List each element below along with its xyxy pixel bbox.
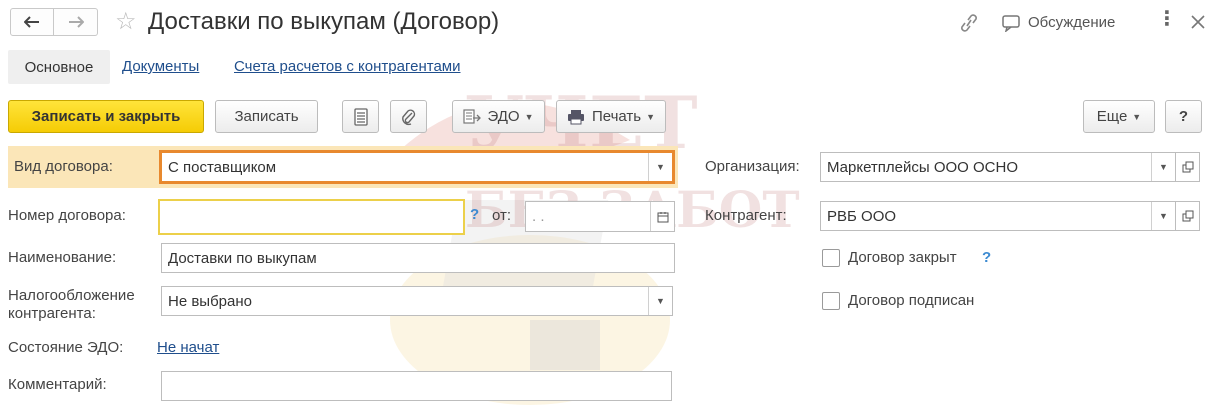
arrow-right-icon [68, 16, 84, 28]
chevron-down-icon[interactable]: ▼ [1151, 153, 1175, 181]
contract-number-input[interactable] [158, 199, 465, 235]
comment-label: Комментарий: [8, 376, 107, 393]
contract-signed-label: Договор подписан [848, 292, 975, 309]
taxation-select[interactable]: Не выбрано ▼ [161, 286, 673, 316]
open-window-icon [1182, 161, 1193, 173]
chevron-down-icon[interactable]: ▼ [1151, 202, 1175, 230]
counterparty-select[interactable]: РВБ ООО ▼ [820, 201, 1176, 231]
document-list-icon [353, 107, 368, 126]
edo-label: ЭДО [487, 108, 520, 125]
tab-settlement-accounts[interactable]: Счета расчетов с контрагентами [234, 57, 460, 77]
contract-type-label: Вид договора: [14, 158, 113, 175]
forward-button[interactable] [54, 8, 98, 36]
name-label: Наименование: [8, 249, 117, 266]
discussion-icon[interactable] [1000, 14, 1022, 36]
contract-type-value: С поставщиком [168, 158, 277, 176]
print-menu-button[interactable]: Печать ▼ [556, 100, 666, 133]
organization-value: Маркетплейсы ООО ОСНО [827, 158, 1019, 176]
discussion-button[interactable]: Обсуждение [1028, 12, 1115, 34]
chevron-down-icon: ▼ [524, 111, 534, 122]
taxation-label: Налогообложение контрагента: [8, 287, 135, 322]
edo-menu-button[interactable]: ЭДО ▼ [452, 100, 545, 133]
name-input[interactable]: Доставки по выкупам [161, 243, 675, 273]
contract-closed-checkbox[interactable] [822, 249, 840, 267]
chevron-down-icon: ▼ [1132, 111, 1142, 122]
contract-closed-label: Договор закрыт [848, 249, 957, 266]
comment-input[interactable] [161, 371, 672, 401]
edo-icon [463, 108, 482, 124]
arrow-left-icon [24, 16, 39, 28]
more-menu-icon[interactable]: ⋮ [1157, 8, 1177, 30]
organization-select[interactable]: Маркетплейсы ООО ОСНО ▼ [820, 152, 1176, 182]
save-button[interactable]: Записать [215, 100, 318, 133]
close-icon[interactable] [1190, 14, 1206, 34]
open-organization-button[interactable] [1176, 152, 1200, 182]
calendar-icon[interactable] [650, 202, 674, 231]
more-button[interactable]: Еще ▼ [1083, 100, 1155, 133]
link-icon[interactable] [958, 14, 980, 36]
list-button[interactable] [342, 100, 379, 133]
back-button[interactable] [10, 8, 54, 36]
save-and-close-button[interactable]: Записать и закрыть [8, 100, 204, 133]
favorite-star-icon[interactable]: ☆ [115, 8, 137, 36]
open-window-icon [1182, 210, 1193, 222]
chevron-down-icon[interactable]: ▼ [648, 287, 672, 315]
edo-state-label: Состояние ЭДО: [8, 339, 124, 356]
help-icon[interactable]: ? [982, 249, 991, 266]
help-icon[interactable]: ? [470, 206, 479, 223]
more-label: Еще [1096, 108, 1128, 125]
paperclip-icon [401, 108, 415, 125]
counterparty-label: Контрагент: [705, 207, 787, 224]
tab-main[interactable]: Основное [8, 50, 110, 84]
organization-label: Организация: [705, 158, 800, 175]
date-from-label: от: [492, 207, 512, 224]
printer-icon [567, 109, 584, 124]
contract-date-value: . . [532, 208, 545, 225]
help-button[interactable]: ? [1165, 100, 1202, 133]
tab-documents[interactable]: Документы [122, 57, 199, 77]
print-label: Печать [591, 108, 642, 125]
contract-type-select[interactable]: С поставщиком ▼ [159, 150, 675, 184]
open-counterparty-button[interactable] [1176, 201, 1200, 231]
page-title: Доставки по выкупам (Договор) [148, 8, 500, 35]
counterparty-value: РВБ ООО [827, 207, 897, 225]
chevron-down-icon: ▼ [646, 111, 656, 122]
chevron-down-icon[interactable]: ▼ [648, 153, 672, 181]
contract-number-label: Номер договора: [8, 207, 126, 224]
contract-signed-checkbox[interactable] [822, 292, 840, 310]
attach-button[interactable] [390, 100, 427, 133]
taxation-value: Не выбрано [168, 292, 252, 310]
edo-state-link[interactable]: Не начат [157, 339, 219, 356]
contract-date-input[interactable]: . . [525, 201, 675, 232]
